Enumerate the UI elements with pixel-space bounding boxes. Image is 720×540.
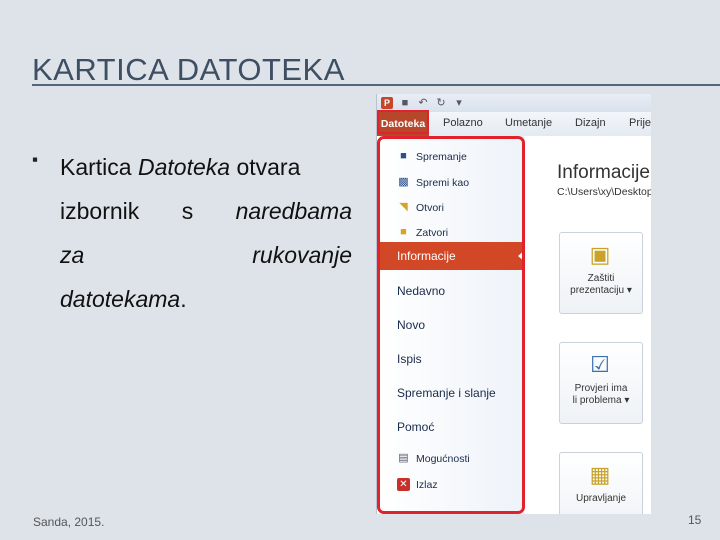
file-path: C:\Users\xy\Desktop [557,186,651,198]
file-tab-highlight [377,110,429,134]
card-label: Zaštiti prezentaciju ▾ [560,273,642,297]
undo-icon[interactable]: ↶ [417,97,429,109]
bullet-word: za [60,242,85,268]
powerpoint-screenshot: P ■ ↶ ↻ ▾ Datoteka Polazno Umetanje Diza… [376,94,651,514]
card-label: Provjeri ima li problema ▾ [560,383,642,407]
manage-versions-button[interactable]: ▦ Upravljanje [559,452,643,514]
protect-presentation-button[interactable]: ▣ Zaštiti prezentaciju ▾ [559,232,643,314]
bullet-word: izbornik [60,198,140,224]
bullet-word: datotekama [60,286,181,312]
bullet-line-3: za rukovanje [60,233,352,277]
card-label-line: Upravljanje [575,493,627,504]
bullet-text: Kartica Datoteka otvara izbornik s nared… [60,145,352,321]
menu-highlight [377,136,525,514]
bullet-period: . [180,286,187,312]
bullet-word: Kartica [60,154,132,180]
lock-icon: ▣ [589,242,611,267]
slide-title: KARTICA DATOTEKA [32,52,345,87]
powerpoint-logo-icon[interactable]: P [381,97,393,109]
info-pane: Informacije C:\Users\xy\Desktop ▣ Zaštit… [525,136,651,514]
bullet-word: rukovanje [252,242,352,268]
card-label-line: Provjeri ima [574,383,628,394]
bullet-word: naredbama [235,198,352,224]
bullet-emphasis: Datoteka [137,154,231,180]
tab-design[interactable]: Dizajn [575,117,606,129]
tab-transitions[interactable]: Prije [629,117,651,129]
tab-insert[interactable]: Umetanje [505,117,552,129]
card-label-line: prezentaciju ▾ [570,285,632,296]
card-label-line: li problema ▾ [572,395,630,406]
card-label: Upravljanje [560,493,642,505]
bullet-marker: ▪ [32,150,39,169]
check-for-issues-button[interactable]: ☑ Provjeri ima li problema ▾ [559,342,643,424]
bullet-line-4: datotekama. [60,277,352,321]
bullet-word: s [181,198,194,224]
customize-icon[interactable]: ▾ [453,97,465,109]
info-title: Informacije [557,162,650,183]
footer-author: Sanda, 2015. [33,515,105,529]
bullet-word: otvara [236,154,301,180]
save-icon[interactable]: ■ [399,97,411,109]
card-label-line: Zaštiti [587,273,615,284]
versions-icon: ▦ [589,462,611,487]
tab-home[interactable]: Polazno [443,117,483,129]
page-number: 15 [688,513,702,527]
inspect-icon: ☑ [590,352,610,377]
redo-icon[interactable]: ↻ [435,97,447,109]
bullet-line-1: Kartica Datoteka otvara [60,145,352,189]
bullet-line-2: izbornik s naredbama [60,189,352,233]
title-underline [32,84,720,86]
